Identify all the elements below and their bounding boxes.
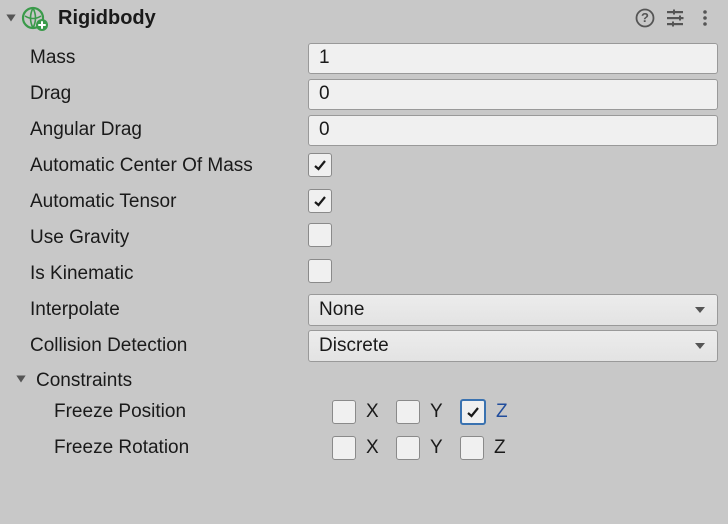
auto-tensor-row: Automatic Tensor: [10, 184, 718, 220]
drag-row: Drag: [10, 76, 718, 112]
chevron-down-icon: [693, 335, 707, 357]
component-title: Rigidbody: [58, 7, 628, 30]
collision-detection-value: Discrete: [319, 335, 389, 357]
angular-drag-input[interactable]: [308, 115, 718, 146]
collision-detection-label: Collision Detection: [10, 335, 300, 357]
axis-x-label: X: [366, 401, 386, 423]
collision-detection-row: Collision Detection Discrete: [10, 328, 718, 364]
mass-input[interactable]: [308, 43, 718, 74]
foldout-icon[interactable]: [4, 11, 18, 25]
rigidbody-panel: Rigidbody ? Mass Dr: [0, 0, 728, 524]
freeze-rot-z-checkbox[interactable]: [460, 436, 484, 460]
axis-y-label: Y: [430, 401, 450, 423]
constraints-label: Constraints: [28, 370, 132, 392]
auto-center-checkbox[interactable]: [308, 153, 332, 177]
axis-z-label: Z: [496, 401, 516, 423]
interpolate-row: Interpolate None: [10, 292, 718, 328]
mass-label: Mass: [10, 47, 300, 69]
mass-row: Mass: [10, 40, 718, 76]
svg-text:?: ?: [641, 10, 649, 25]
axis-y-label: Y: [430, 437, 450, 459]
auto-tensor-label: Automatic Tensor: [10, 191, 300, 213]
freeze-rot-y-checkbox[interactable]: [396, 436, 420, 460]
use-gravity-checkbox[interactable]: [308, 223, 332, 247]
context-menu-icon[interactable]: [692, 5, 718, 31]
chevron-down-icon: [693, 299, 707, 321]
auto-center-label: Automatic Center Of Mass: [10, 155, 300, 177]
freeze-position-row: Freeze Position X Y Z: [10, 394, 718, 430]
freeze-position-label: Freeze Position: [10, 401, 324, 423]
freeze-pos-y-checkbox[interactable]: [396, 400, 420, 424]
drag-input[interactable]: [308, 79, 718, 110]
foldout-icon: [14, 370, 28, 392]
collision-detection-select[interactable]: Discrete: [308, 330, 718, 362]
help-icon[interactable]: ?: [632, 5, 658, 31]
component-body: Mass Drag Angular Drag Automatic Center …: [0, 34, 728, 468]
use-gravity-row: Use Gravity: [10, 220, 718, 256]
constraints-foldout[interactable]: Constraints: [10, 364, 718, 394]
angular-drag-row: Angular Drag: [10, 112, 718, 148]
is-kinematic-label: Is Kinematic: [10, 263, 300, 285]
freeze-rotation-row: Freeze Rotation X Y Z: [10, 430, 718, 466]
axis-z-label: Z: [494, 437, 514, 459]
is-kinematic-checkbox[interactable]: [308, 259, 332, 283]
freeze-rot-x-checkbox[interactable]: [332, 436, 356, 460]
interpolate-value: None: [319, 299, 364, 321]
freeze-pos-x-checkbox[interactable]: [332, 400, 356, 424]
rigidbody-icon: [22, 5, 48, 31]
axis-x-label: X: [366, 437, 386, 459]
angular-drag-label: Angular Drag: [10, 119, 300, 141]
freeze-rotation-label: Freeze Rotation: [10, 437, 324, 459]
component-header: Rigidbody ?: [0, 0, 728, 34]
auto-center-row: Automatic Center Of Mass: [10, 148, 718, 184]
auto-tensor-checkbox[interactable]: [308, 189, 332, 213]
is-kinematic-row: Is Kinematic: [10, 256, 718, 292]
interpolate-label: Interpolate: [10, 299, 300, 321]
interpolate-select[interactable]: None: [308, 294, 718, 326]
drag-label: Drag: [10, 83, 300, 105]
use-gravity-label: Use Gravity: [10, 227, 300, 249]
freeze-pos-z-checkbox[interactable]: [460, 399, 486, 425]
presets-icon[interactable]: [662, 5, 688, 31]
